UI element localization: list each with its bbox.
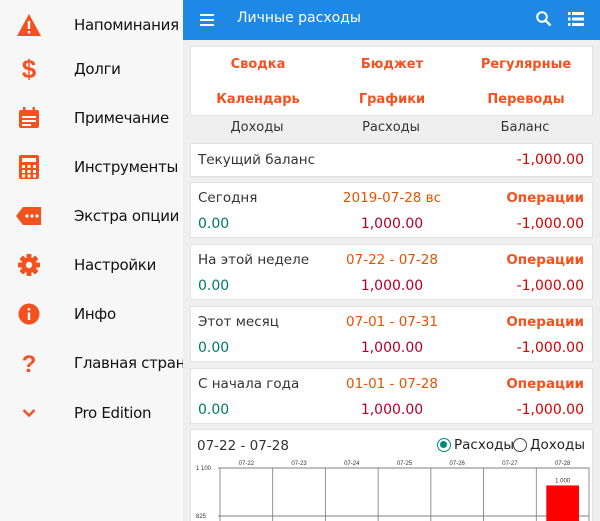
income-value: 0.00 — [198, 402, 230, 418]
operations-link[interactable]: Операции — [506, 190, 584, 206]
x-tick-label: 07-25 — [397, 461, 413, 467]
expenses-value: 1,000.00 — [360, 216, 424, 232]
list-icon[interactable] — [567, 11, 585, 27]
chevron-down-icon — [14, 398, 44, 428]
drawer-item-info[interactable]: Инфо — [0, 289, 183, 338]
income-header: Доходы — [230, 120, 284, 135]
drawer-item-extra-options[interactable]: Экстра опции — [0, 191, 183, 240]
drawer-label: Примечание — [74, 108, 169, 127]
drawer-item-debts[interactable]: $ Долги — [0, 44, 183, 93]
operations-link[interactable]: Операции — [506, 314, 584, 330]
period-range: 07-22 - 07-28 — [346, 252, 438, 268]
period-card-today: Сегодня 2019-07-28 вс Операции 0.00 1,00… — [190, 182, 593, 238]
period-card-year: С начала года 01-01 - 07-28 Операции 0.0… — [190, 368, 593, 424]
recurring-link[interactable]: Регулярные — [459, 57, 593, 72]
navigation-drawer: Напоминания $ Долги Примечание Инструмен… — [0, 0, 183, 521]
drawer-label: Настройки — [74, 255, 157, 274]
main-panel: Личные расходы Сводка Бюджет Регулярные … — [183, 0, 600, 521]
drawer-label: Pro Edition — [74, 403, 152, 422]
income-value: 0.00 — [198, 340, 230, 356]
chart-card: 07-22 - 07-28 Расходы Доходы 1 100 825 07-… — [190, 429, 593, 521]
current-balance-card: Текущий баланс -1,000.00 — [190, 143, 593, 177]
y-tick-label: 1 100 — [196, 466, 212, 472]
drawer-label: Экстра опции — [74, 206, 180, 225]
operations-link[interactable]: Операции — [506, 376, 584, 392]
drawer-label: Долги — [74, 59, 121, 78]
x-tick-label: 07-24 — [344, 461, 360, 467]
period-range: 2019-07-28 вс — [342, 190, 442, 206]
period-range: 07-01 - 07-31 — [346, 314, 438, 330]
bar — [546, 485, 579, 521]
calculator-icon — [14, 152, 44, 182]
expenses-value: 1,000.00 — [360, 402, 424, 418]
balance-value: -1,000.00 — [516, 278, 584, 294]
summary-link[interactable]: Сводка — [191, 57, 325, 72]
balance-value: -1,000.00 — [516, 216, 584, 232]
chart-range: 07-22 - 07-28 — [197, 438, 289, 454]
balance-value: -1,000.00 — [516, 402, 584, 418]
menu-icon[interactable] — [200, 11, 214, 29]
period-label: Этот месяц — [198, 314, 279, 330]
transfers-link[interactable]: Переводы — [459, 92, 593, 107]
x-tick-label: 07-26 — [450, 461, 466, 467]
x-tick-label: 07-28 — [555, 461, 571, 467]
expenses-value: 1,000.00 — [360, 278, 424, 294]
y-tick-label: 825 — [196, 514, 207, 520]
period-label: С начала года — [198, 376, 300, 392]
drawer-label: Инструменты — [74, 157, 179, 176]
budget-link[interactable]: Бюджет — [325, 57, 459, 72]
operations-link[interactable]: Операции — [506, 252, 584, 268]
current-balance-label: Текущий баланс — [198, 152, 315, 168]
period-label: На этой неделе — [198, 252, 310, 268]
app-bar: Личные расходы — [183, 0, 600, 40]
drawer-item-settings[interactable]: Настройки — [0, 240, 183, 289]
income-value: 0.00 — [198, 278, 230, 294]
expenses-radio-label: Расходы — [454, 437, 515, 453]
question-icon: ? — [14, 348, 44, 378]
bar-value-label: 1 000 — [555, 478, 571, 484]
column-headers: Доходы Расходы Баланс — [190, 120, 593, 140]
drawer-label: Инфо — [74, 304, 116, 323]
period-card-week: На этой неделе 07-22 - 07-28 Операции 0.… — [190, 244, 593, 300]
drawer-label: Напоминания — [74, 15, 179, 34]
x-tick-label: 07-27 — [502, 461, 518, 467]
section-navigation: Сводка Бюджет Регулярные Календарь Графи… — [190, 46, 593, 116]
drawer-item-reminders[interactable]: Напоминания — [0, 0, 183, 49]
drawer-label: Главная страница — [74, 353, 183, 372]
warning-icon — [14, 10, 44, 40]
search-icon[interactable] — [535, 10, 553, 28]
current-balance-value: -1,000.00 — [516, 152, 584, 168]
drawer-item-pro-edition[interactable]: Pro Edition — [0, 388, 183, 437]
period-range: 01-01 - 07-28 — [346, 376, 438, 392]
radio-unselected-indicator — [513, 438, 527, 452]
drawer-item-notes[interactable]: Примечание — [0, 93, 183, 142]
income-radio-label: Доходы — [530, 437, 586, 453]
gear-icon — [14, 250, 44, 280]
expenses-value: 1,000.00 — [360, 340, 424, 356]
expenses-radio[interactable]: Расходы — [437, 437, 514, 453]
bar-chart: 1 100 825 07-22 07-23 07-24 07-25 07-26 07-27 07… — [196, 461, 590, 521]
calendar-note-icon — [14, 103, 44, 133]
dollar-icon: $ — [14, 54, 44, 84]
calendar-link[interactable]: Календарь — [191, 92, 325, 107]
income-radio[interactable]: Доходы — [513, 437, 585, 453]
period-label: Сегодня — [198, 190, 258, 206]
x-tick-label: 07-22 — [239, 461, 255, 467]
drawer-item-homepage[interactable]: ? Главная страница — [0, 338, 183, 387]
radio-selected-indicator — [437, 438, 451, 452]
x-tick-label: 07-23 — [291, 461, 307, 467]
period-card-month: Этот месяц 07-01 - 07-31 Операции 0.00 1… — [190, 306, 593, 362]
income-value: 0.00 — [198, 216, 230, 232]
info-icon — [14, 299, 44, 329]
balance-header: Баланс — [500, 120, 550, 135]
expenses-header: Расходы — [362, 120, 420, 135]
svg-text:?: ? — [22, 351, 37, 376]
charts-link[interactable]: Графики — [325, 92, 459, 107]
tag-icon — [14, 201, 44, 231]
balance-value: -1,000.00 — [516, 340, 584, 356]
svg-text:$: $ — [22, 55, 37, 83]
app-title: Личные расходы — [237, 10, 361, 26]
drawer-item-tools[interactable]: Инструменты — [0, 142, 183, 191]
